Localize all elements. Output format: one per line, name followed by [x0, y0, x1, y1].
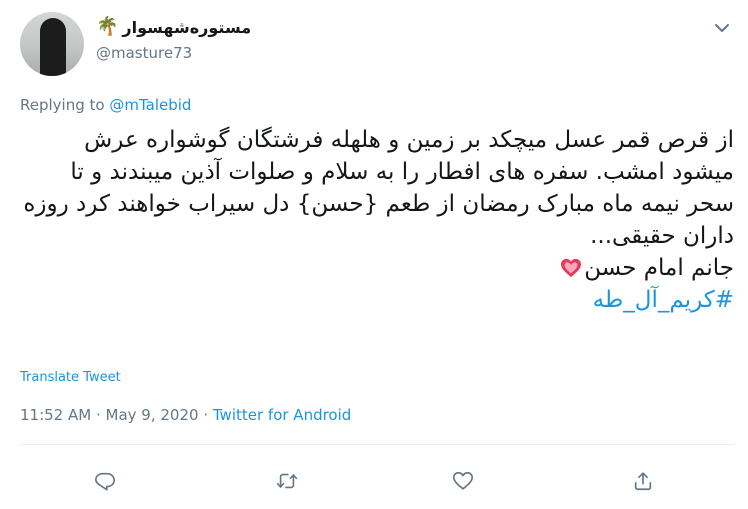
tweet-date[interactable]: May 9, 2020 [106, 406, 199, 424]
meta-separator: · [91, 406, 106, 424]
retweet-icon [276, 473, 298, 489]
tweet-meta: 11:52 AM · May 9, 2020 · Twitter for And… [20, 406, 351, 424]
action-bar [0, 468, 748, 494]
share-button[interactable] [630, 468, 656, 494]
tweet-line2-text: جانم امام حسن [584, 255, 734, 281]
tweet-time[interactable]: 11:52 AM [20, 406, 91, 424]
sparkling-heart-icon [561, 258, 582, 278]
meta-separator: · [198, 406, 213, 424]
share-icon [634, 472, 652, 491]
retweet-button[interactable] [274, 468, 300, 494]
tweet-source-link[interactable]: Twitter for Android [213, 406, 351, 424]
display-name[interactable]: مستوره‌شهسوار [122, 18, 251, 37]
avatar[interactable] [20, 12, 84, 76]
tweet-line2: جانم امام حسن [20, 252, 734, 284]
palm-tree-emoji: 🌴 [96, 16, 119, 37]
reply-mention-link[interactable]: @mTalebid [109, 96, 191, 114]
divider [20, 444, 734, 445]
tweet-hashtag-line: #کریم_آل_طه [20, 284, 734, 316]
like-button[interactable] [450, 468, 476, 494]
tweet-text: از قرص قمر عسل میچکد بر زمین و هلهله فرش… [20, 124, 734, 316]
translate-tweet-link[interactable]: Translate Tweet [20, 370, 121, 385]
name-row[interactable]: 🌴 مستوره‌شهسوار [96, 14, 251, 40]
reply-button[interactable] [92, 468, 118, 494]
replying-to: Replying to @mTalebid [20, 96, 191, 114]
chevron-down-icon[interactable] [712, 18, 732, 38]
tweet-paragraph: از قرص قمر عسل میچکد بر زمین و هلهله فرش… [23, 127, 734, 249]
hashtag-link[interactable]: #کریم_آل_طه [593, 287, 734, 313]
heart-icon [453, 471, 473, 490]
avatar-figure [40, 18, 66, 76]
reply-icon [95, 472, 115, 491]
user-handle[interactable]: @masture73 [96, 44, 192, 62]
replying-to-label: Replying to [20, 96, 105, 114]
